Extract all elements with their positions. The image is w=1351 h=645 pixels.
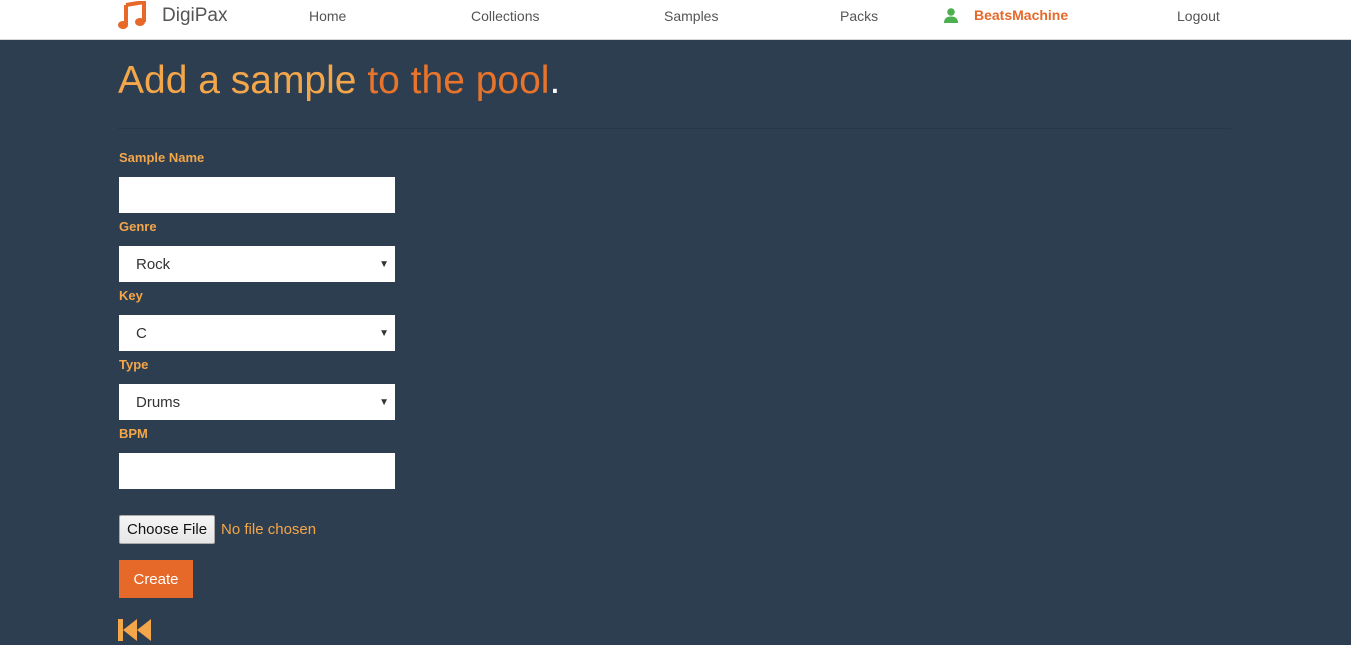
fast-backward-icon[interactable] xyxy=(118,618,152,642)
bpm-input[interactable] xyxy=(119,453,395,489)
create-button[interactable]: Create xyxy=(119,560,193,598)
nav-home[interactable]: Home xyxy=(309,8,346,24)
brand-name: DigiPax xyxy=(162,5,228,26)
key-label: Key xyxy=(119,288,143,303)
chevron-down-icon: ▼ xyxy=(379,328,389,339)
genre-label: Genre xyxy=(119,219,157,234)
brand-link[interactable]: DigiPax xyxy=(117,1,227,31)
sample-name-label: Sample Name xyxy=(119,150,205,165)
user-name: BeatsMachine xyxy=(974,7,1069,23)
nav-user[interactable]: BeatsMachine xyxy=(944,7,1068,23)
nav-packs[interactable]: Packs xyxy=(840,8,878,24)
key-select-value: C xyxy=(136,325,147,342)
sample-name-input[interactable] xyxy=(119,177,395,213)
title-part-3: . xyxy=(549,59,561,102)
chevron-down-icon: ▼ xyxy=(379,397,389,408)
navbar: DigiPax Home Collections Samples Packs B… xyxy=(0,0,1351,40)
nav-collections[interactable]: Collections xyxy=(471,8,539,24)
file-status: No file chosen xyxy=(221,521,317,538)
nav-logout[interactable]: Logout xyxy=(1177,8,1220,24)
page-title: Add a sample to the pool. xyxy=(118,57,560,105)
type-select-value: Drums xyxy=(136,394,181,411)
type-label: Type xyxy=(119,357,149,372)
genre-select-value: Rock xyxy=(136,256,171,273)
nav-samples[interactable]: Samples xyxy=(664,8,718,24)
user-icon xyxy=(944,7,958,23)
chevron-down-icon: ▼ xyxy=(379,259,389,270)
title-part-1: Add a sample xyxy=(118,59,357,102)
file-upload: Choose File No file chosen xyxy=(119,515,316,544)
choose-file-button[interactable]: Choose File xyxy=(119,515,216,544)
type-select[interactable]: Drums ▼ xyxy=(119,384,395,420)
bpm-label: BPM xyxy=(119,426,148,441)
key-select[interactable]: C ▼ xyxy=(119,315,395,351)
title-part-2: to the pool xyxy=(356,59,550,102)
music-note-icon xyxy=(118,1,146,29)
genre-select[interactable]: Rock ▼ xyxy=(119,246,395,282)
divider xyxy=(118,128,1231,129)
